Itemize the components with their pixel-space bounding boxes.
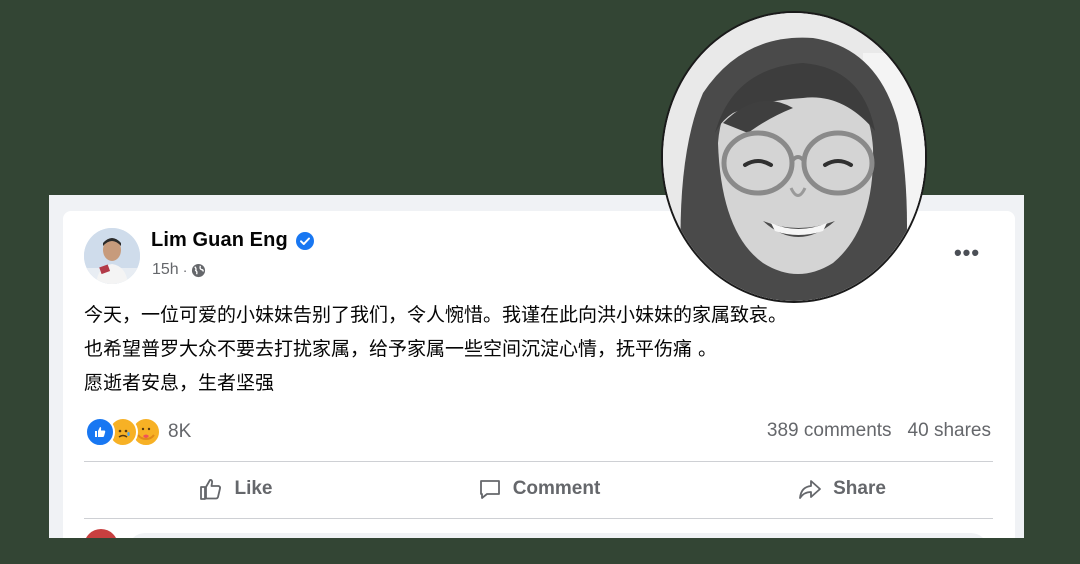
post-timestamp[interactable]: 15h [152,261,179,279]
post-body: 今天，一位可爱的小妹妹告别了我们，令人惋惜。我谨在此向洪小妹妹的家属致哀。 也希… [84,298,984,400]
author-header: Lim Guan Eng [151,229,314,252]
like-label: Like [234,478,273,499]
post-actions-bar: Like Comment Share [84,462,993,516]
commenter-avatar [84,529,118,538]
comment-button[interactable]: Comment [387,462,690,516]
like-button[interactable]: Like [84,462,387,516]
post-line-3: 愿逝者安息，生者坚强 [84,372,275,394]
comment-composer-row [84,529,988,538]
reactions-summary[interactable]: 8K [85,417,191,447]
comment-input[interactable] [128,533,988,538]
share-arrow-icon [799,480,821,499]
share-button[interactable]: Share [690,462,993,516]
actions-divider [84,518,993,519]
comment-label: Comment [512,478,601,499]
engagement-stats: 389 comments 40 shares [767,420,991,442]
comments-count[interactable]: 389 comments [767,420,892,442]
verified-badge-icon [295,231,314,250]
post-meta: 15h · [152,261,206,279]
thumbs-up-icon [200,479,222,500]
comment-bubble-icon [479,480,500,499]
shares-count[interactable]: 40 shares [908,420,991,442]
portrait-photo [661,11,927,303]
author-avatar[interactable] [84,228,140,284]
share-label: Share [833,478,886,499]
post-line-2: 也希望普罗大众不要去打扰家属，给予家属一些空间沉淀心情，抚平伤痛 。 [84,338,718,360]
more-options-button[interactable]: ••• [949,240,985,265]
post-line-1: 今天，一位可爱的小妹妹告别了我们，令人惋惜。我谨在此向洪小妹妹的家属致哀。 [84,304,788,326]
reaction-count: 8K [168,421,192,442]
meta-separator: · [182,262,188,278]
public-globe-icon[interactable] [191,263,206,278]
like-icon [85,417,115,447]
author-name[interactable]: Lim Guan Eng [151,229,288,252]
